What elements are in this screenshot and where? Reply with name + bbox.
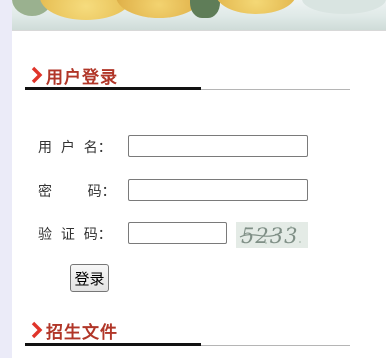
login-section-header: 用户登录 — [25, 60, 350, 90]
captcha-label: 验 证 码： — [38, 227, 112, 243]
username-input[interactable] — [128, 135, 308, 157]
captcha-image[interactable]: 5233 — [236, 222, 308, 248]
password-input[interactable] — [128, 179, 308, 201]
section-divider-light — [201, 345, 350, 346]
section-divider-dark — [25, 343, 201, 346]
login-button[interactable]: 登录 — [70, 264, 109, 292]
left-border-strip — [0, 0, 12, 358]
captcha-input[interactable] — [128, 222, 227, 244]
admissions-section-title[interactable]: 招生文件 — [46, 318, 118, 343]
password-label: 密 码： — [38, 184, 116, 200]
top-banner-image — [12, 0, 386, 31]
section-divider-light — [201, 89, 350, 90]
admissions-section-header: 招生文件 — [25, 315, 350, 346]
username-label: 用 户 名： — [38, 140, 112, 156]
chevron-right-icon — [31, 321, 43, 339]
chevron-right-icon — [31, 66, 43, 84]
section-divider-dark — [25, 87, 201, 90]
login-section-title: 用户登录 — [46, 68, 118, 88]
